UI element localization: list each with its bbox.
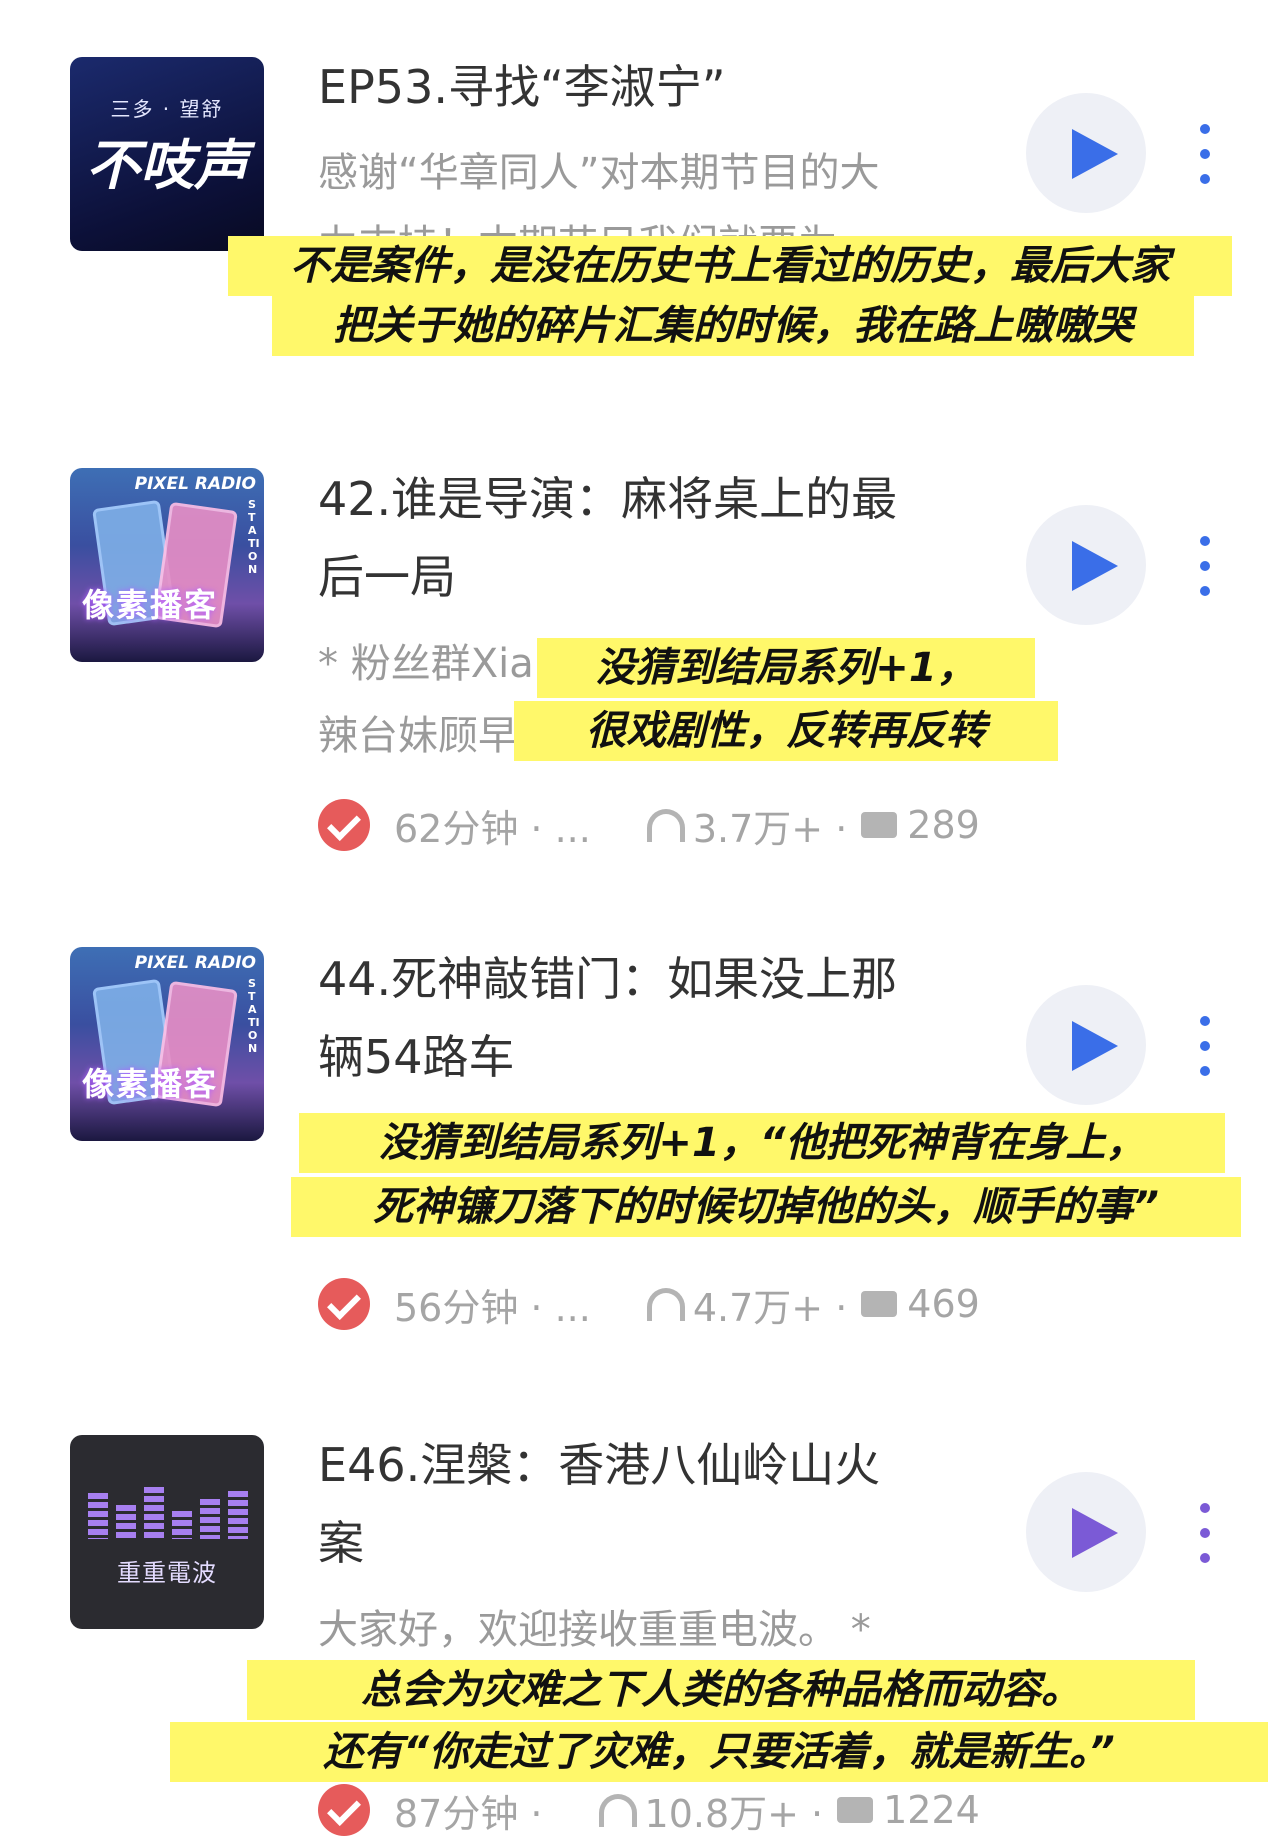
highlight-annotation: 把关于她的碎片汇集的时候，我在路上嗷嗷哭 (272, 296, 1194, 356)
highlight-annotation: 总会为灾难之下人类的各种品格而动容。 (247, 1660, 1195, 1720)
highlight-annotation: 很戏剧性，反转再反转 (514, 701, 1058, 761)
comment-count: 289 (907, 803, 980, 847)
waveform-graphic (88, 1487, 248, 1539)
episode-title[interactable]: EP53.寻找“李淑宁” (318, 48, 998, 126)
episode-cover[interactable]: PIXEL RADIO STATION 像素播客 (70, 947, 264, 1141)
comment-icon (861, 1291, 898, 1317)
play-button[interactable] (1026, 985, 1146, 1105)
highlight-annotation: 还有“你走过了灾难，只要活着，就是新生。” (170, 1722, 1268, 1782)
episode-duration: 56分钟 · ... (394, 1285, 591, 1330)
episode-meta: 87分钟 · 10.8万+ · 1224 (318, 1780, 1078, 1840)
episode-meta: 62分钟 · ... 3.7万+ · 289 (318, 795, 1078, 855)
headphones-icon (646, 1288, 685, 1321)
episode-title[interactable]: 42.谁是导演：麻将桌上的最 后一局 (318, 460, 998, 616)
episode-title[interactable]: E46.涅槃：香港八仙岭山火 案 (318, 1426, 998, 1582)
episode-meta: 56分钟 · ... 4.7万+ · 469 (318, 1274, 1078, 1334)
played-check-icon (318, 1784, 370, 1836)
cover-label: 重重電波 (117, 1559, 217, 1587)
comment-icon (837, 1797, 874, 1823)
play-count: 4.7万+ · (692, 1285, 848, 1330)
played-check-icon (318, 799, 370, 851)
play-count: 3.7万+ · (692, 806, 848, 851)
comment-count: 469 (907, 1282, 980, 1326)
episode-title[interactable]: 44.死神敲错门：如果没上那 辆54路车 (318, 940, 998, 1096)
episode-cover[interactable]: 重重電波 (70, 1435, 264, 1629)
episode-duration: 62分钟 · ... (394, 806, 591, 851)
more-options-icon[interactable] (1198, 536, 1212, 596)
played-check-icon (318, 1278, 370, 1330)
comment-icon (861, 812, 898, 838)
episode-duration: 87分钟 · (394, 1791, 543, 1836)
more-options-icon[interactable] (1198, 1016, 1212, 1076)
play-button[interactable] (1026, 1472, 1146, 1592)
cover-side-text: STATION (248, 498, 260, 576)
cover-side-text: STATION (248, 977, 260, 1055)
headphones-icon (646, 809, 685, 842)
episode-cover[interactable]: PIXEL RADIO STATION 像素播客 (70, 468, 264, 662)
more-options-icon[interactable] (1198, 124, 1212, 184)
cover-label: 像素播客 (82, 586, 219, 624)
highlight-annotation: 死神镰刀落下的时候切掉他的头，顺手的事” (291, 1177, 1241, 1237)
comment-count: 1224 (883, 1788, 980, 1832)
play-button[interactable] (1026, 93, 1146, 213)
play-button[interactable] (1026, 505, 1146, 625)
episode-description: 感谢“华章同人”对本期节目的大 力支持！本期节目我们就要为 (318, 150, 880, 251)
cover-subtitle: 三多 · 望舒 (110, 97, 224, 121)
highlight-annotation: 没猜到结局系列+1，“他把死神背在身上， (299, 1113, 1225, 1173)
highlight-annotation: 没猜到结局系列+1， (537, 638, 1035, 698)
cover-header: PIXEL RADIO (134, 953, 256, 973)
headphones-icon (598, 1794, 637, 1827)
episode-cover[interactable]: 三多 · 望舒 不吱声 (70, 57, 264, 251)
more-options-icon[interactable] (1198, 1503, 1212, 1563)
cover-header: PIXEL RADIO (134, 474, 256, 494)
cover-title: 不吱声 (86, 134, 248, 197)
episode-description: 大家好，欢迎接收重重电波。 * (318, 1607, 871, 1653)
play-count: 10.8万+ · (644, 1791, 824, 1836)
highlight-annotation: 不是案件，是没在历史书上看过的历史，最后大家 (228, 236, 1232, 296)
cover-label: 像素播客 (82, 1065, 219, 1103)
